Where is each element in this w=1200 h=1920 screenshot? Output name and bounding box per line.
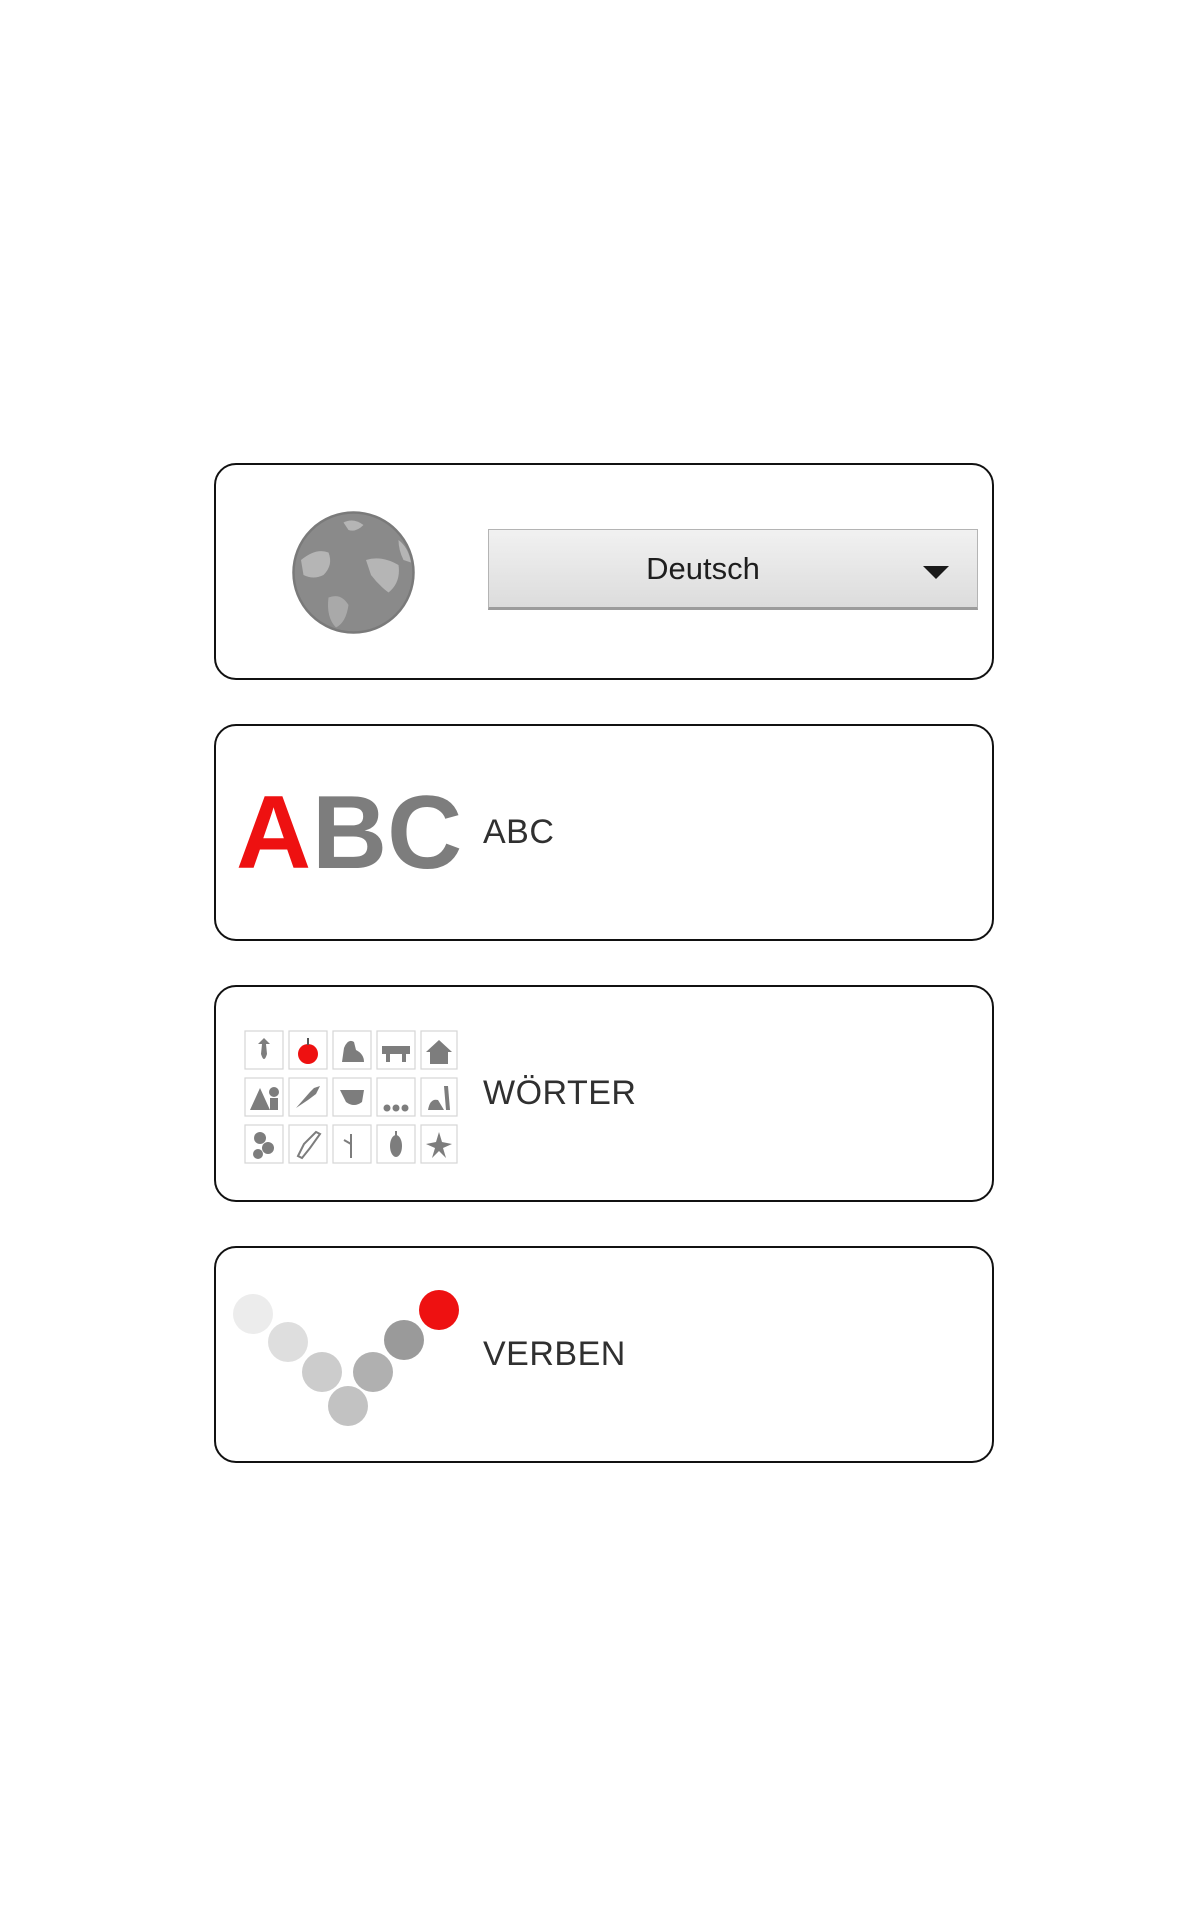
globe-icon bbox=[292, 511, 415, 634]
menu-item-label: WÖRTER bbox=[483, 1074, 637, 1112]
verb-dots-icon bbox=[233, 1290, 459, 1426]
abc-logo-letters-bc: BC bbox=[312, 776, 462, 876]
language-card: Deutsch bbox=[214, 463, 994, 680]
abc-logo-letter-a: A bbox=[236, 776, 311, 876]
pictogram-grid-icon bbox=[244, 1030, 458, 1164]
menu-item-label: ABC bbox=[483, 813, 555, 851]
language-dropdown[interactable]: Deutsch bbox=[488, 529, 978, 610]
abc-logo-icon: A BC bbox=[236, 776, 462, 876]
menu-item-verben[interactable]: VERBEN bbox=[214, 1246, 994, 1463]
caret-down-icon bbox=[923, 566, 949, 579]
menu-item-woerter[interactable]: WÖRTER bbox=[214, 985, 994, 1202]
language-dropdown-value: Deutsch bbox=[646, 551, 760, 586]
menu-item-abc[interactable]: A BC ABC bbox=[214, 724, 994, 941]
menu-item-label: VERBEN bbox=[483, 1335, 626, 1373]
